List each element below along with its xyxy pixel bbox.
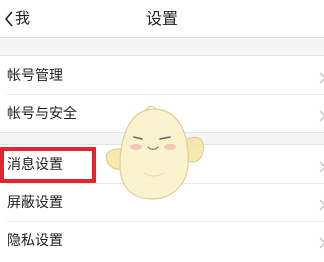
chevron-right-icon — [318, 107, 324, 126]
mascot-sticker — [98, 103, 210, 203]
settings-item-label: 帐号管理 — [7, 68, 63, 84]
settings-item-label: 消息设置 — [7, 157, 63, 173]
back-label: 我 — [15, 9, 31, 27]
back-button[interactable]: 我 — [0, 0, 56, 37]
settings-item-privacy-settings[interactable]: 隐私设置 — [0, 221, 324, 259]
chevron-right-icon — [318, 69, 324, 88]
settings-item-label: 隐私设置 — [7, 233, 63, 249]
nav-bar: 我 设置 — [0, 0, 324, 38]
chevron-left-icon — [4, 10, 14, 27]
settings-item-label: 屏蔽设置 — [7, 195, 63, 211]
chevron-right-icon — [318, 158, 324, 177]
chevron-right-icon — [318, 234, 324, 253]
settings-item-label: 帐号与安全 — [7, 106, 77, 122]
chevron-right-icon — [318, 196, 324, 215]
settings-item-account-management[interactable]: 帐号管理 — [0, 56, 324, 94]
